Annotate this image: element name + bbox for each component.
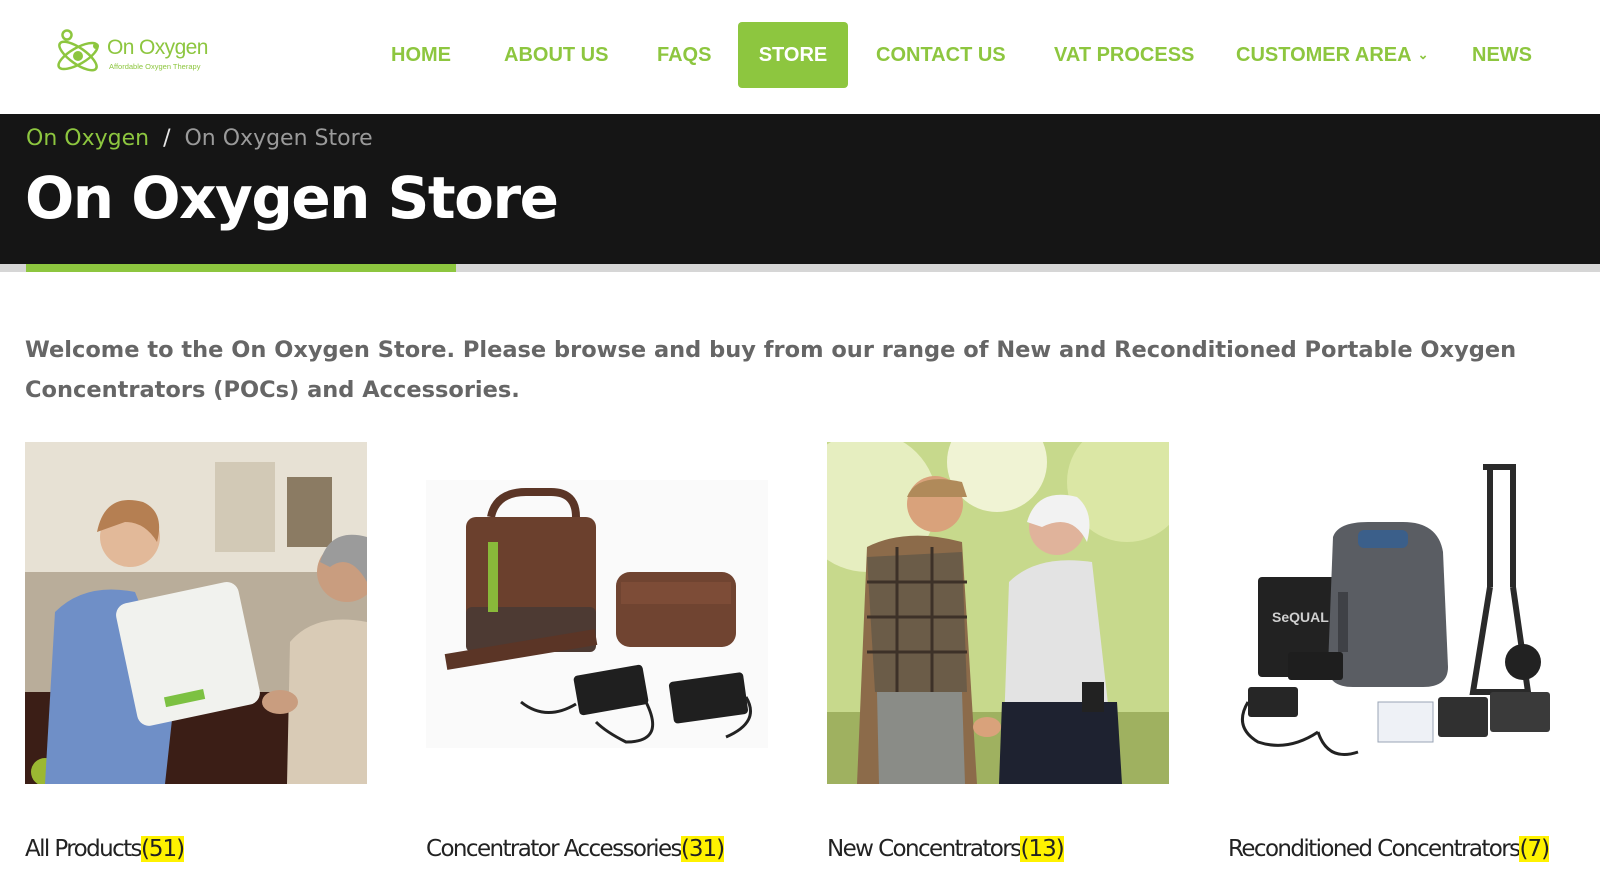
nav-news[interactable]: NEWS: [1472, 22, 1532, 88]
title-underline-track: [0, 264, 1600, 272]
store-intro-text: Welcome to the On Oxygen Store. Please b…: [25, 337, 1517, 403]
category-reconditioned-concentrators[interactable]: SeQUAL Reconditioned Concentrators(7): [1228, 442, 1570, 882]
breadcrumb-separator: /: [163, 126, 171, 151]
category-count-badge: (31): [680, 836, 725, 862]
site-header: On Oxygen Affordable Oxygen Therapy HOME…: [0, 0, 1600, 114]
title-underline-accent: [26, 264, 456, 272]
senior-couple-outdoors-photo[interactable]: [827, 442, 1169, 784]
nurse-demonstrating-concentrator-photo[interactable]: [25, 442, 367, 784]
breadcrumb: On Oxygen / On Oxygen Store: [26, 126, 373, 151]
breadcrumb-home-link[interactable]: On Oxygen: [26, 126, 149, 151]
category-all-products[interactable]: All Products(51): [25, 442, 367, 882]
category-name: Concentrator Accessories: [426, 836, 683, 862]
page-banner: On Oxygen / On Oxygen Store On Oxygen Stor…: [0, 114, 1600, 264]
nav-vat-process[interactable]: VAT PROCESS: [1054, 22, 1194, 88]
nav-store[interactable]: STORE: [738, 22, 848, 88]
category-concentrator-accessories[interactable]: Concentrator Accessories(31): [426, 442, 768, 882]
category-name: All Products: [25, 836, 143, 862]
page-title: On Oxygen Store: [25, 164, 559, 232]
chevron-down-icon: ⌄: [1417, 47, 1429, 62]
svg-text:SeQUAL: SeQUAL: [1272, 609, 1329, 625]
nav-customer-area[interactable]: CUSTOMER AREA ⌄: [1236, 22, 1428, 88]
category-label[interactable]: All Products(51): [25, 836, 185, 862]
breadcrumb-current: On Oxygen Store: [184, 126, 373, 151]
nav-contact-us[interactable]: CONTACT US: [876, 22, 1006, 88]
category-label[interactable]: Concentrator Accessories(31): [426, 836, 725, 862]
sequal-concentrator-with-cart-photo[interactable]: SeQUAL: [1228, 442, 1570, 784]
category-name: New Concentrators: [827, 836, 1022, 862]
category-count-badge: (51): [140, 836, 185, 862]
category-label[interactable]: Reconditioned Concentrators(7): [1228, 836, 1550, 862]
nav-home[interactable]: HOME: [391, 22, 451, 88]
nav-faqs[interactable]: FAQS: [657, 22, 711, 88]
category-name: Reconditioned Concentrators: [1228, 836, 1521, 862]
category-count-badge: (7): [1519, 836, 1550, 862]
nav-about-us[interactable]: ABOUT US: [504, 22, 608, 88]
nav-customer-area-label: CUSTOMER AREA: [1236, 44, 1412, 66]
carry-bags-and-chargers-photo[interactable]: [426, 442, 768, 784]
main-nav: HOME ABOUT US FAQS STORE CONTACT US VAT …: [0, 22, 1600, 88]
category-label[interactable]: New Concentrators(13): [827, 836, 1065, 862]
category-count-badge: (13): [1020, 836, 1065, 862]
category-new-concentrators[interactable]: New Concentrators(13): [827, 442, 1169, 882]
